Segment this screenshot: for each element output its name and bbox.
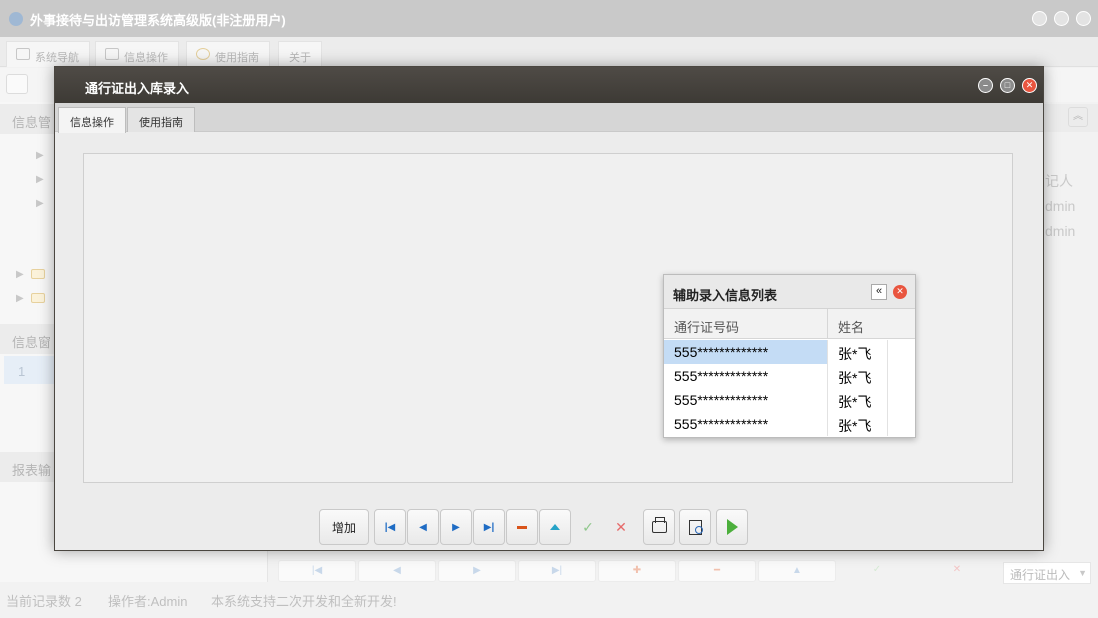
minimize-icon[interactable]: – — [978, 78, 993, 93]
record-count: 当前记录数 2 — [6, 594, 82, 609]
cell-name: 张*飞 — [828, 412, 888, 436]
cancel-button[interactable]: ✕ — [605, 509, 637, 545]
cell-name: 张*飞 — [828, 364, 888, 388]
double-chevron-left-icon[interactable]: « — [871, 284, 887, 300]
cell-passport: 555************* — [664, 340, 827, 364]
helper-title: 辅助录入信息列表 — [673, 288, 778, 303]
x-icon: ✕ — [615, 518, 627, 535]
cell-passport: 555************* — [674, 392, 769, 408]
maximize-icon[interactable]: □ — [1000, 78, 1015, 93]
cell-passport: 555************* — [674, 416, 769, 432]
status-bar: 当前记录数 2 操作者:Admin 本系统支持二次开发和全新开发! — [0, 588, 1098, 610]
last-icon: ▶| — [483, 521, 495, 533]
app-tab-strip: 系统导航 信息操作 使用指南 关于 — [0, 37, 1098, 67]
play-icon — [726, 519, 738, 535]
first-record-button[interactable]: |◀ — [374, 509, 406, 545]
tree-expand-icon[interactable]: ▶ — [36, 150, 44, 161]
monitor-icon — [16, 48, 30, 60]
table-cell: 记人 — [1045, 173, 1073, 189]
dialog-title: 通行证出入库录入 — [85, 81, 190, 96]
delete-record-button[interactable]: ━ — [678, 560, 756, 582]
search-icon[interactable] — [6, 74, 28, 94]
add-record-button[interactable]: ✚ — [598, 560, 676, 582]
table-cell: dmin — [1045, 223, 1076, 239]
bg-navigation-bar: |◀ ◀ ▶ ▶| ✚ ━ ▲ ✓ ✕ — [270, 560, 1098, 584]
first-icon: |◀ — [384, 521, 396, 533]
prev-record-button[interactable]: ◀ — [407, 509, 439, 545]
cell-name: 张*飞 — [828, 340, 888, 364]
app-minimize-icon[interactable] — [1032, 11, 1047, 26]
run-button[interactable] — [716, 509, 748, 545]
minus-icon — [517, 525, 527, 529]
print-button[interactable] — [643, 509, 675, 545]
preview-icon — [688, 519, 703, 535]
first-record-button[interactable]: |◀ — [278, 560, 356, 582]
operator: 操作者:Admin — [108, 594, 188, 609]
folder-icon — [31, 293, 45, 303]
tab-user-guide[interactable]: 使用指南 — [186, 41, 270, 67]
help-icon — [196, 48, 210, 60]
close-icon[interactable]: ✕ — [893, 285, 907, 299]
table-row[interactable]: 555************* 张*飞 — [664, 412, 915, 436]
app-maximize-icon[interactable] — [1054, 11, 1069, 26]
edit-record-button[interactable]: ▲ — [758, 560, 836, 582]
table-cell: dmin — [1045, 198, 1076, 214]
tab-system-nav[interactable]: 系统导航 — [6, 41, 90, 67]
helper-title-bar[interactable]: 辅助录入信息列表 « ✕ — [664, 275, 915, 309]
collapse-up-icon[interactable]: ︽ — [1068, 107, 1088, 127]
tab-label: 系统导航 — [35, 52, 79, 64]
dialog-tab-strip: 信息操作 使用指南 — [55, 103, 1043, 133]
last-record-button[interactable]: ▶| — [473, 509, 505, 545]
tab-label: 信息操作 — [124, 52, 168, 64]
printer-icon — [651, 517, 667, 533]
tab-about[interactable]: 关于 — [278, 41, 322, 67]
print-preview-button[interactable] — [679, 509, 711, 545]
edit-button[interactable] — [539, 509, 571, 545]
up-icon — [550, 524, 560, 530]
folder-icon — [31, 269, 45, 279]
grid-icon — [105, 48, 119, 60]
check-icon: ✓ — [582, 518, 594, 535]
cell-passport: 555************* — [674, 368, 769, 384]
tree-expand-icon[interactable]: ▶ — [36, 174, 44, 185]
cell-name: 张*飞 — [828, 388, 888, 412]
last-record-button[interactable]: ▶| — [518, 560, 596, 582]
chevron-down-icon: ▼ — [1078, 568, 1087, 578]
app-title-bar: 外事接待与出访管理系统高级版(非注册用户) — [0, 0, 1098, 37]
column-header-name[interactable]: 姓名 — [838, 317, 864, 336]
tab-label: 关于 — [289, 52, 311, 64]
helper-list-popup: 辅助录入信息列表 « ✕ 通行证号码 姓名 555************* 张… — [663, 274, 916, 438]
next-record-button[interactable]: ▶ — [438, 560, 516, 582]
form-select[interactable]: 通行证出入 ▼ — [1003, 562, 1091, 584]
next-icon: ▶ — [452, 521, 460, 533]
tree-expand-icon[interactable]: ▶ — [36, 198, 44, 209]
app-close-icon[interactable] — [1076, 11, 1091, 26]
prev-icon: ◀ — [419, 521, 427, 533]
add-button[interactable]: 增加 — [319, 509, 369, 545]
next-record-button[interactable]: ▶ — [440, 509, 472, 545]
status-message: 本系统支持二次开发和全新开发! — [211, 594, 397, 609]
prev-record-button[interactable]: ◀ — [358, 560, 436, 582]
dialog-title-bar[interactable]: 通行证出入库录入 – □ ✕ — [55, 67, 1043, 103]
close-icon[interactable]: ✕ — [1022, 78, 1037, 93]
column-header-passport[interactable]: 通行证号码 — [674, 317, 739, 336]
cancel-button[interactable]: ✕ — [918, 560, 996, 582]
table-row[interactable]: 555************* 张*飞 — [664, 364, 915, 388]
helper-table-header: 通行证号码 姓名 — [664, 309, 915, 339]
confirm-button[interactable]: ✓ — [838, 560, 916, 582]
tab-info-operation[interactable]: 信息操作 — [95, 41, 179, 67]
tree-expand-icon[interactable]: ▶ — [16, 269, 24, 280]
form-select-value: 通行证出入 — [1010, 568, 1071, 582]
table-row[interactable]: 555************* 张*飞 — [664, 340, 915, 364]
tab-user-guide[interactable]: 使用指南 — [127, 107, 195, 132]
save-button[interactable]: ✓ — [572, 509, 604, 545]
tree-expand-icon[interactable]: ▶ — [16, 293, 24, 304]
delete-button[interactable] — [506, 509, 538, 545]
app-title: 外事接待与出访管理系统高级版(非注册用户) — [30, 13, 286, 28]
tab-label: 使用指南 — [215, 52, 259, 64]
table-row[interactable]: 555************* 张*飞 — [664, 388, 915, 412]
tab-info-operation[interactable]: 信息操作 — [58, 107, 126, 133]
app-logo-icon — [9, 12, 23, 26]
